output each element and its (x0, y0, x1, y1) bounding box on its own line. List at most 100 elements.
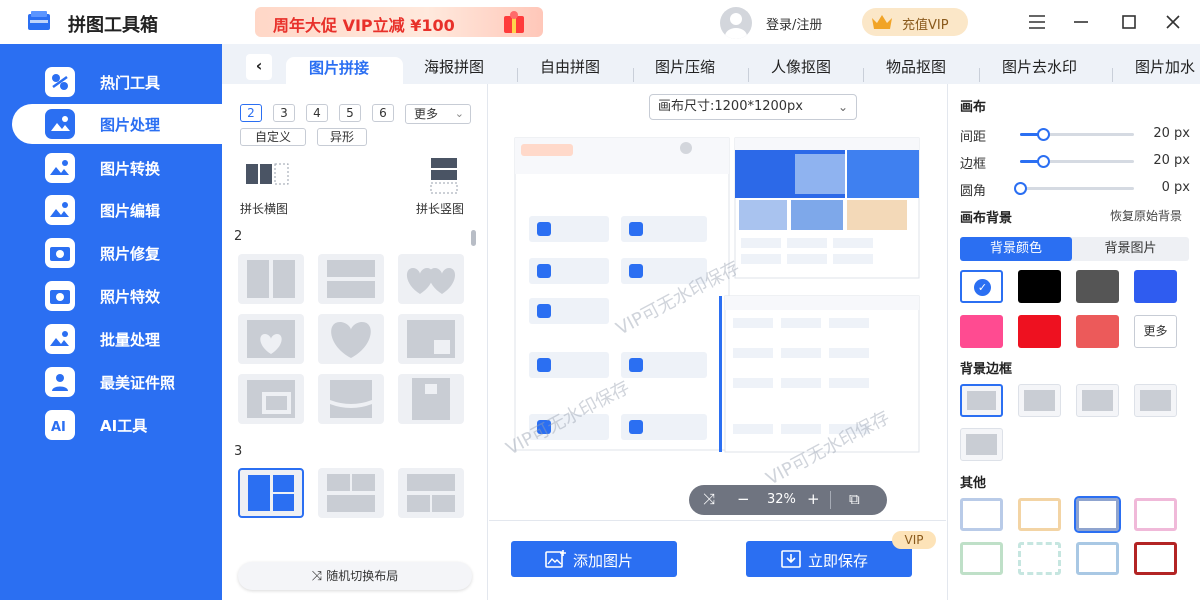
template-2-hearts[interactable] (398, 254, 464, 304)
sidebar-item-ai-tools[interactable]: AI AI工具 (12, 405, 222, 445)
tab-poster-collage[interactable]: 海报拼图 (424, 56, 484, 77)
template-3-top-bottom[interactable] (318, 468, 384, 518)
template-2-corner-inset[interactable] (398, 314, 464, 364)
frame-style-1[interactable] (960, 498, 1003, 531)
zoom-in-icon[interactable]: + (807, 490, 820, 508)
more-select[interactable]: 更多 ⌄ (405, 104, 471, 124)
frame-style-6[interactable] (1018, 542, 1061, 575)
color-swatch-red[interactable] (1018, 315, 1061, 348)
template-2-horizontal-split[interactable] (318, 254, 384, 304)
canvas-area[interactable]: 画布尺寸:1200*1200px ⌄ VIP可无水印保存 VIP可无水印保存 V… (489, 84, 946, 520)
sidebar-item-photo-repair[interactable]: 照片修复 (12, 233, 222, 273)
long-horizontal-icon[interactable] (246, 162, 290, 190)
count-6-button[interactable]: 6 (372, 104, 394, 122)
back-button[interactable]: ‹ (246, 54, 272, 80)
frame-style-2[interactable] (1018, 498, 1061, 531)
long-vertical-label[interactable]: 拼长竖图 (416, 200, 464, 217)
color-swatch-blue[interactable] (1134, 270, 1177, 303)
frame-style-3[interactable] (1074, 496, 1121, 533)
frame-style-5[interactable] (960, 542, 1003, 575)
tab-add-watermark[interactable]: 图片加水 (1135, 56, 1195, 77)
border-style-notched[interactable] (1018, 384, 1061, 417)
close-icon[interactable] (1162, 11, 1184, 33)
border-style-plain[interactable] (960, 384, 1003, 417)
count-5-button[interactable]: 5 (339, 104, 361, 122)
long-vertical-icon[interactable] (430, 158, 458, 198)
sidebar-item-hot-tools[interactable]: 热门工具 (12, 62, 222, 102)
frame-style-7[interactable] (1076, 542, 1119, 575)
spacing-slider[interactable] (1020, 128, 1134, 141)
frame-style-8[interactable] (1134, 542, 1177, 575)
color-swatch-pink[interactable] (960, 315, 1003, 348)
template-2-vertical-split[interactable] (238, 254, 304, 304)
color-swatch-black[interactable] (1018, 270, 1061, 303)
add-image-button[interactable]: 添加图片 (511, 541, 677, 577)
image-convert-icon (45, 153, 75, 183)
corner-radius-slider[interactable] (1014, 182, 1134, 195)
border-style-stamp[interactable] (960, 428, 1003, 461)
tab-remove-watermark[interactable]: 图片去水印 (1002, 56, 1077, 77)
scrollbar-thumb[interactable] (471, 230, 476, 246)
more-colors-button[interactable]: 更多 (1134, 315, 1177, 348)
canvas-size-select[interactable]: 画布尺寸:1200*1200px ⌄ (649, 94, 857, 120)
sidebar-item-image-edit[interactable]: 图片编辑 (12, 190, 222, 230)
tab-image-stitch[interactable]: 图片拼接 (309, 57, 369, 78)
color-swatch-dark-gray[interactable] (1076, 270, 1119, 303)
zoom-toolbar: ⤨ − 32% + ⧉ (689, 485, 887, 515)
zoom-out-icon[interactable]: − (737, 490, 750, 508)
zoom-level: 32% (767, 492, 796, 507)
tab-background-image[interactable]: 背景图片 (1072, 237, 1189, 261)
template-3-bottom-split[interactable] (398, 468, 464, 518)
frame-style-4[interactable] (1134, 498, 1177, 531)
custom-button[interactable]: 自定义 (240, 128, 306, 146)
sidebar-item-photo-effects[interactable]: 照片特效 (12, 276, 222, 316)
fit-screen-icon[interactable]: ⧉ (849, 490, 860, 508)
add-image-label: 添加图片 (573, 552, 634, 570)
tab-image-compress[interactable]: 图片压缩 (655, 56, 715, 77)
template-2-top-inset[interactable] (398, 374, 464, 424)
border-style-wavy[interactable] (1134, 384, 1177, 417)
sidebar-item-image-process[interactable]: 图片处理 (12, 104, 222, 144)
template-2-curve[interactable] (318, 374, 384, 424)
image-edit-icon (45, 195, 75, 225)
slider-knob[interactable] (1036, 155, 1050, 168)
border-slider[interactable] (1020, 155, 1134, 168)
template-2-heart-inset[interactable] (238, 314, 304, 364)
border-style-preview (1082, 390, 1113, 411)
sidebar-item-id-photo[interactable]: 最美证件照 (12, 362, 222, 402)
menu-icon[interactable] (1026, 11, 1048, 33)
maximize-icon[interactable] (1118, 11, 1140, 33)
sidebar-item-label: 图片编辑 (100, 202, 161, 220)
user-avatar-icon[interactable] (720, 7, 752, 39)
count-3-button[interactable]: 3 (273, 104, 295, 122)
save-now-button[interactable]: 立即保存 (746, 541, 912, 577)
template-3-left-right-stack[interactable] (238, 468, 304, 518)
count-4-button[interactable]: 4 (306, 104, 328, 122)
sidebar-item-image-convert[interactable]: 图片转换 (12, 148, 222, 188)
login-register-link[interactable]: 登录/注册 (766, 14, 822, 33)
slider-knob[interactable] (1036, 128, 1050, 141)
irregular-button[interactable]: 异形 (317, 128, 367, 146)
long-horizontal-label[interactable]: 拼长横图 (240, 200, 288, 217)
recharge-vip-label: 充值VIP (902, 18, 949, 33)
count-2-button[interactable]: 2 (240, 104, 262, 122)
tab-free-collage[interactable]: 自由拼图 (540, 56, 600, 77)
random-layout-button[interactable]: ⤨ 随机切换布局 (238, 562, 472, 590)
sidebar-item-batch-process[interactable]: 批量处理 (12, 319, 222, 359)
restore-background-link[interactable]: 恢复原始背景 (1110, 207, 1182, 224)
tab-object-cutout[interactable]: 物品抠图 (886, 56, 946, 77)
template-2-l-shape[interactable] (238, 374, 304, 424)
shuffle-icon[interactable]: ⤨ (703, 490, 715, 508)
slider-knob[interactable] (1014, 182, 1027, 195)
recharge-vip-button[interactable]: 充值VIP (862, 8, 968, 36)
promo-banner[interactable]: 周年大促 VIP立减 ¥100 (255, 7, 543, 37)
tool-tabs: ‹ 图片拼接 海报拼图 自由拼图 图片压缩 人像抠图 物品抠图 图片去水印 图片… (222, 44, 1200, 84)
tab-background-color[interactable]: 背景颜色 (960, 237, 1072, 261)
minimize-icon[interactable] (1070, 11, 1092, 33)
border-style-zigzag[interactable] (1076, 384, 1119, 417)
id-photo-icon (45, 367, 75, 397)
color-swatch-coral[interactable] (1076, 315, 1119, 348)
color-swatch-white[interactable]: ✓ (960, 270, 1003, 303)
tab-portrait-cutout[interactable]: 人像抠图 (771, 56, 831, 77)
template-2-heart[interactable] (318, 314, 384, 364)
